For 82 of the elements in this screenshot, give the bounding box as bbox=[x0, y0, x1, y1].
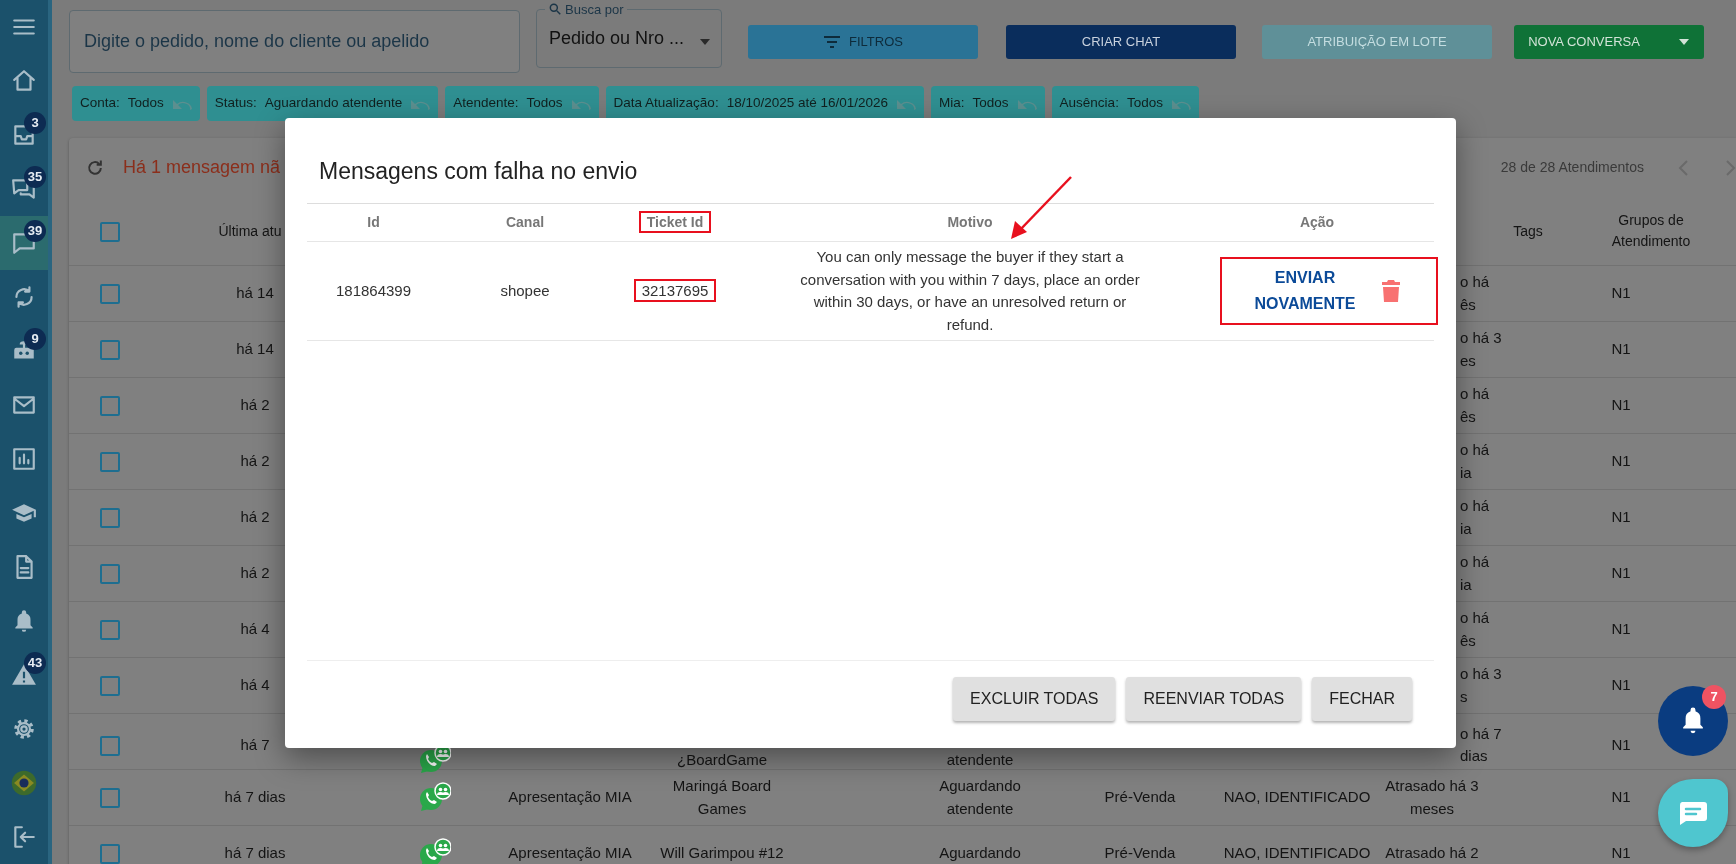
delay-text: o há ês bbox=[1460, 273, 1490, 313]
group-text: N1 bbox=[1611, 452, 1631, 470]
sidebar-item[interactable]: 35 bbox=[0, 162, 48, 216]
column-header: Última atu bbox=[218, 222, 282, 239]
column-header: Ação bbox=[1299, 214, 1335, 230]
time-text: há 2 bbox=[240, 452, 270, 470]
group-text: N1 bbox=[1611, 508, 1631, 526]
stage-text: Pré-Venda bbox=[1104, 788, 1176, 806]
delay-text: Atrasado há 3 meses bbox=[1385, 777, 1479, 817]
identified-text: NAO, IDENTIFICADO bbox=[1223, 788, 1371, 806]
notice-text: Há 1 mensagem nã bbox=[123, 156, 281, 179]
count-badge: 35 bbox=[24, 166, 46, 188]
count-text: 28 de 28 Atendimentos bbox=[1500, 158, 1644, 177]
field-label: Busca por bbox=[565, 2, 624, 16]
time-text: há 2 bbox=[240, 564, 270, 582]
group-text: N1 bbox=[1611, 735, 1631, 753]
delay-text: o há ês bbox=[1460, 609, 1490, 649]
time-text: há 7 dias bbox=[224, 844, 286, 862]
group-text: N1 bbox=[1611, 340, 1631, 358]
count-badge: 9 bbox=[24, 328, 46, 350]
group-text: N1 bbox=[1611, 284, 1631, 302]
column-header: Ticket Id bbox=[638, 211, 712, 233]
reason-text: You can only message the buyer if they start a conversation with you within 7 days, place an order within 30 days, or have an unresolved return or refund. bbox=[800, 248, 1140, 333]
time-text: há 4 bbox=[240, 620, 270, 638]
delay-text: o há ia bbox=[1460, 441, 1490, 481]
group-text: N1 bbox=[1611, 396, 1631, 414]
client-text: ¿BoardGame bbox=[676, 750, 767, 768]
status-text: Aguardando bbox=[939, 844, 1021, 862]
time-text: há 14 bbox=[236, 340, 274, 358]
delay-text: o há ia bbox=[1460, 497, 1490, 537]
column-header: Id bbox=[367, 214, 380, 230]
time-text: há 2 bbox=[240, 396, 270, 414]
column-header: Tags bbox=[1513, 222, 1543, 239]
delay-text: Atrasado há 2 bbox=[1385, 844, 1479, 862]
filter-chip[interactable]: Conta: Todos bbox=[72, 86, 200, 121]
delay-text: o há ia bbox=[1460, 553, 1490, 593]
resend-button[interactable]: ENVIAR NOVAMENTE bbox=[1240, 265, 1370, 317]
column-header: Canal bbox=[505, 214, 545, 230]
sidebar-item[interactable]: 9 bbox=[0, 324, 48, 378]
search-field[interactable]: Digite o pedido, nome do cliente ou apelido bbox=[69, 10, 520, 73]
time-text: há 7 dias bbox=[224, 788, 286, 806]
column-header: Motivo bbox=[947, 214, 993, 230]
channel-text: shopee bbox=[500, 281, 550, 299]
filter-chip[interactable]: Status: Aguardando atendente bbox=[206, 86, 439, 121]
group-text: N1 bbox=[1611, 620, 1631, 638]
account-text: Apresentação MIA bbox=[508, 788, 632, 806]
dialog-button[interactable]: EXCLUIR TODAS bbox=[953, 677, 1116, 721]
dropdown-value: Pedido ou Nro ... bbox=[549, 27, 686, 50]
identified-text: NAO, IDENTIFICADO bbox=[1223, 844, 1371, 862]
time-text: há 14 bbox=[236, 284, 274, 302]
dialog-button[interactable]: FECHAR bbox=[1312, 677, 1412, 721]
delay-text: o há ês bbox=[1460, 385, 1490, 425]
dialog-button[interactable]: REENVIAR TODAS bbox=[1126, 677, 1302, 721]
status-text: atendente bbox=[946, 750, 1014, 768]
time-text: há 7 bbox=[240, 735, 270, 753]
search-type-dropdown[interactable]: Busca por Pedido ou Nro ... bbox=[536, 2, 722, 68]
toolbar-button[interactable]: NOVA CONVERSA bbox=[1514, 25, 1704, 59]
group-text: N1 bbox=[1611, 788, 1631, 806]
account-text: Apresentação MIA bbox=[508, 844, 632, 862]
time-text: há 2 bbox=[240, 508, 270, 526]
delay-text: o há 7 dias bbox=[1460, 724, 1502, 764]
status-text: Aguardando atendente bbox=[939, 777, 1021, 817]
delay-text: o há 3 es bbox=[1460, 329, 1502, 369]
count-badge: 43 bbox=[24, 652, 46, 674]
group-text: N1 bbox=[1611, 844, 1631, 862]
sidebar-item[interactable]: 43 bbox=[0, 648, 48, 702]
stage-text: Pré-Venda bbox=[1104, 844, 1176, 862]
toolbar-button[interactable]: CRIAR CHAT bbox=[1006, 25, 1236, 59]
dialog-title: Mensagens com falha no envio bbox=[319, 157, 639, 186]
id-text: 181864399 bbox=[335, 281, 412, 299]
client-text: Maringá Board Games bbox=[672, 777, 772, 817]
group-text: N1 bbox=[1611, 564, 1631, 582]
sidebar-item[interactable]: 3 bbox=[0, 108, 48, 162]
ticket-id-text: 32137695 bbox=[633, 278, 717, 302]
count-badge: 39 bbox=[24, 220, 46, 242]
time-text: há 4 bbox=[240, 676, 270, 694]
count-badge: 3 bbox=[24, 112, 46, 134]
sidebar-item[interactable]: 39 bbox=[0, 216, 48, 270]
delay-text: o há 3 s bbox=[1460, 665, 1502, 705]
group-text: N1 bbox=[1611, 676, 1631, 694]
client-text: Will Garimpou #12 bbox=[660, 844, 784, 862]
column-header: Grupos de Atendimento bbox=[1611, 212, 1691, 249]
